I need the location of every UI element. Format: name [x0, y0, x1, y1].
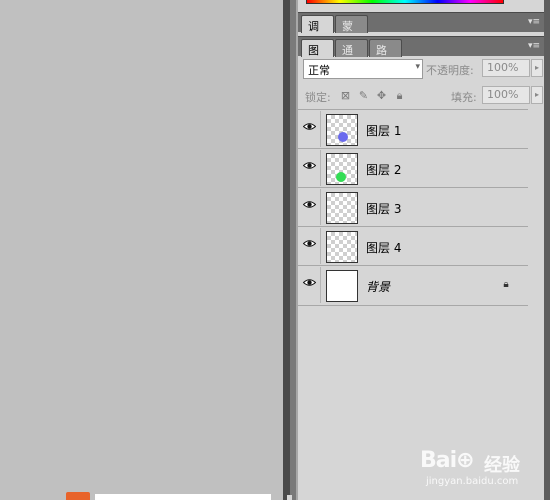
layer-thumbnail	[326, 153, 358, 185]
lock-icon: 🔒︎	[503, 279, 509, 290]
opacity-slider-button[interactable]: ▸	[531, 59, 543, 77]
layer-content-shape	[338, 132, 348, 142]
watermark-product: 经验	[484, 455, 520, 476]
blend-mode-value: 正常	[308, 64, 330, 77]
panel-resize-grip[interactable]	[287, 495, 292, 500]
adjustments-tabbar: 调整 蒙版 ▾≡	[298, 12, 544, 49]
layer-thumbnail	[326, 231, 358, 263]
panel-scrollbar-track[interactable]	[544, 0, 550, 500]
lock-all-icon[interactable]: 🔒︎	[393, 89, 406, 102]
tab-channels[interactable]: 通道	[335, 39, 368, 73]
chevron-down-icon: ▾	[415, 62, 420, 72]
panel-menu-icon[interactable]: ▾≡	[528, 16, 540, 28]
layer-content-shape	[336, 172, 346, 182]
tab-masks[interactable]: 蒙版	[335, 15, 368, 49]
layer-row[interactable]: 图层 1	[298, 109, 528, 148]
layer-name[interactable]: 图层 3	[366, 200, 401, 217]
visibility-toggle[interactable]	[299, 111, 321, 147]
canvas-bottom-strip	[95, 494, 271, 500]
right-panel-dock: 调整 蒙版 ▾≡ 图层 通道 路径 ▾≡ 正常 ▾ 不透明度: 100% ▸ 锁	[298, 0, 544, 500]
fill-label: 填充:	[451, 91, 477, 104]
document-thumbnail-fragment	[66, 492, 90, 500]
list-divider	[298, 305, 528, 306]
fill-slider-button[interactable]: ▸	[531, 86, 543, 104]
tab-layers[interactable]: 图层	[301, 39, 334, 73]
visibility-toggle[interactable]	[299, 267, 321, 303]
opacity-value: 100%	[487, 61, 519, 74]
blend-mode-select[interactable]: 正常 ▾	[303, 59, 423, 79]
blend-row: 正常 ▾ 不透明度: 100% ▸	[298, 57, 544, 81]
layer-thumbnail	[326, 270, 358, 302]
panel-divider[interactable]	[283, 0, 290, 500]
layer-name[interactable]: 背景	[366, 278, 390, 295]
panel-menu-icon[interactable]: ▾≡	[528, 40, 540, 52]
opacity-field[interactable]: 100%	[482, 59, 530, 77]
layer-row-background[interactable]: 背景 🔒︎	[298, 265, 528, 304]
layer-row[interactable]: 图层 2	[298, 148, 528, 187]
eye-icon	[303, 162, 316, 169]
layers-list: 图层 1 图层 2 图层 3 图层 4 背景 🔒︎	[298, 109, 528, 305]
layer-thumbnail	[326, 192, 358, 224]
visibility-toggle[interactable]	[299, 150, 321, 186]
lock-transparent-icon[interactable]: ⊠	[339, 89, 352, 102]
eye-icon	[303, 123, 316, 130]
lock-paint-icon[interactable]: ✎	[357, 89, 370, 102]
fill-field[interactable]: 100%	[482, 86, 530, 104]
layer-row[interactable]: 图层 4	[298, 226, 528, 265]
visibility-toggle[interactable]	[299, 228, 321, 264]
layer-thumbnail	[326, 114, 358, 146]
layer-name[interactable]: 图层 2	[366, 161, 401, 178]
watermark-brand: Bai⊕	[420, 448, 475, 473]
lock-row: 锁定: ⊠ ✎ ✥ 🔒︎ 填充: 100% ▸	[298, 84, 544, 108]
eye-icon	[303, 240, 316, 247]
tab-paths[interactable]: 路径	[369, 39, 402, 73]
tab-adjustments[interactable]: 调整	[301, 15, 334, 49]
watermark: Bai⊕ 经验 jingyan.baidu.com	[420, 448, 550, 492]
watermark-url: jingyan.baidu.com	[426, 476, 519, 487]
layer-row[interactable]: 图层 3	[298, 187, 528, 226]
layer-name[interactable]: 图层 4	[366, 239, 401, 256]
canvas-area[interactable]	[0, 0, 283, 500]
layer-name[interactable]: 图层 1	[366, 122, 401, 139]
opacity-label: 不透明度:	[426, 64, 474, 77]
lock-label: 锁定:	[305, 91, 331, 104]
fill-value: 100%	[487, 88, 519, 101]
eye-icon	[303, 201, 316, 208]
eye-icon	[303, 279, 316, 286]
color-spectrum[interactable]	[306, 0, 504, 4]
lock-move-icon[interactable]: ✥	[375, 89, 388, 102]
swatch-panel	[298, 0, 544, 12]
layers-tabbar: 图层 通道 路径 ▾≡	[298, 36, 544, 73]
visibility-toggle[interactable]	[299, 189, 321, 225]
